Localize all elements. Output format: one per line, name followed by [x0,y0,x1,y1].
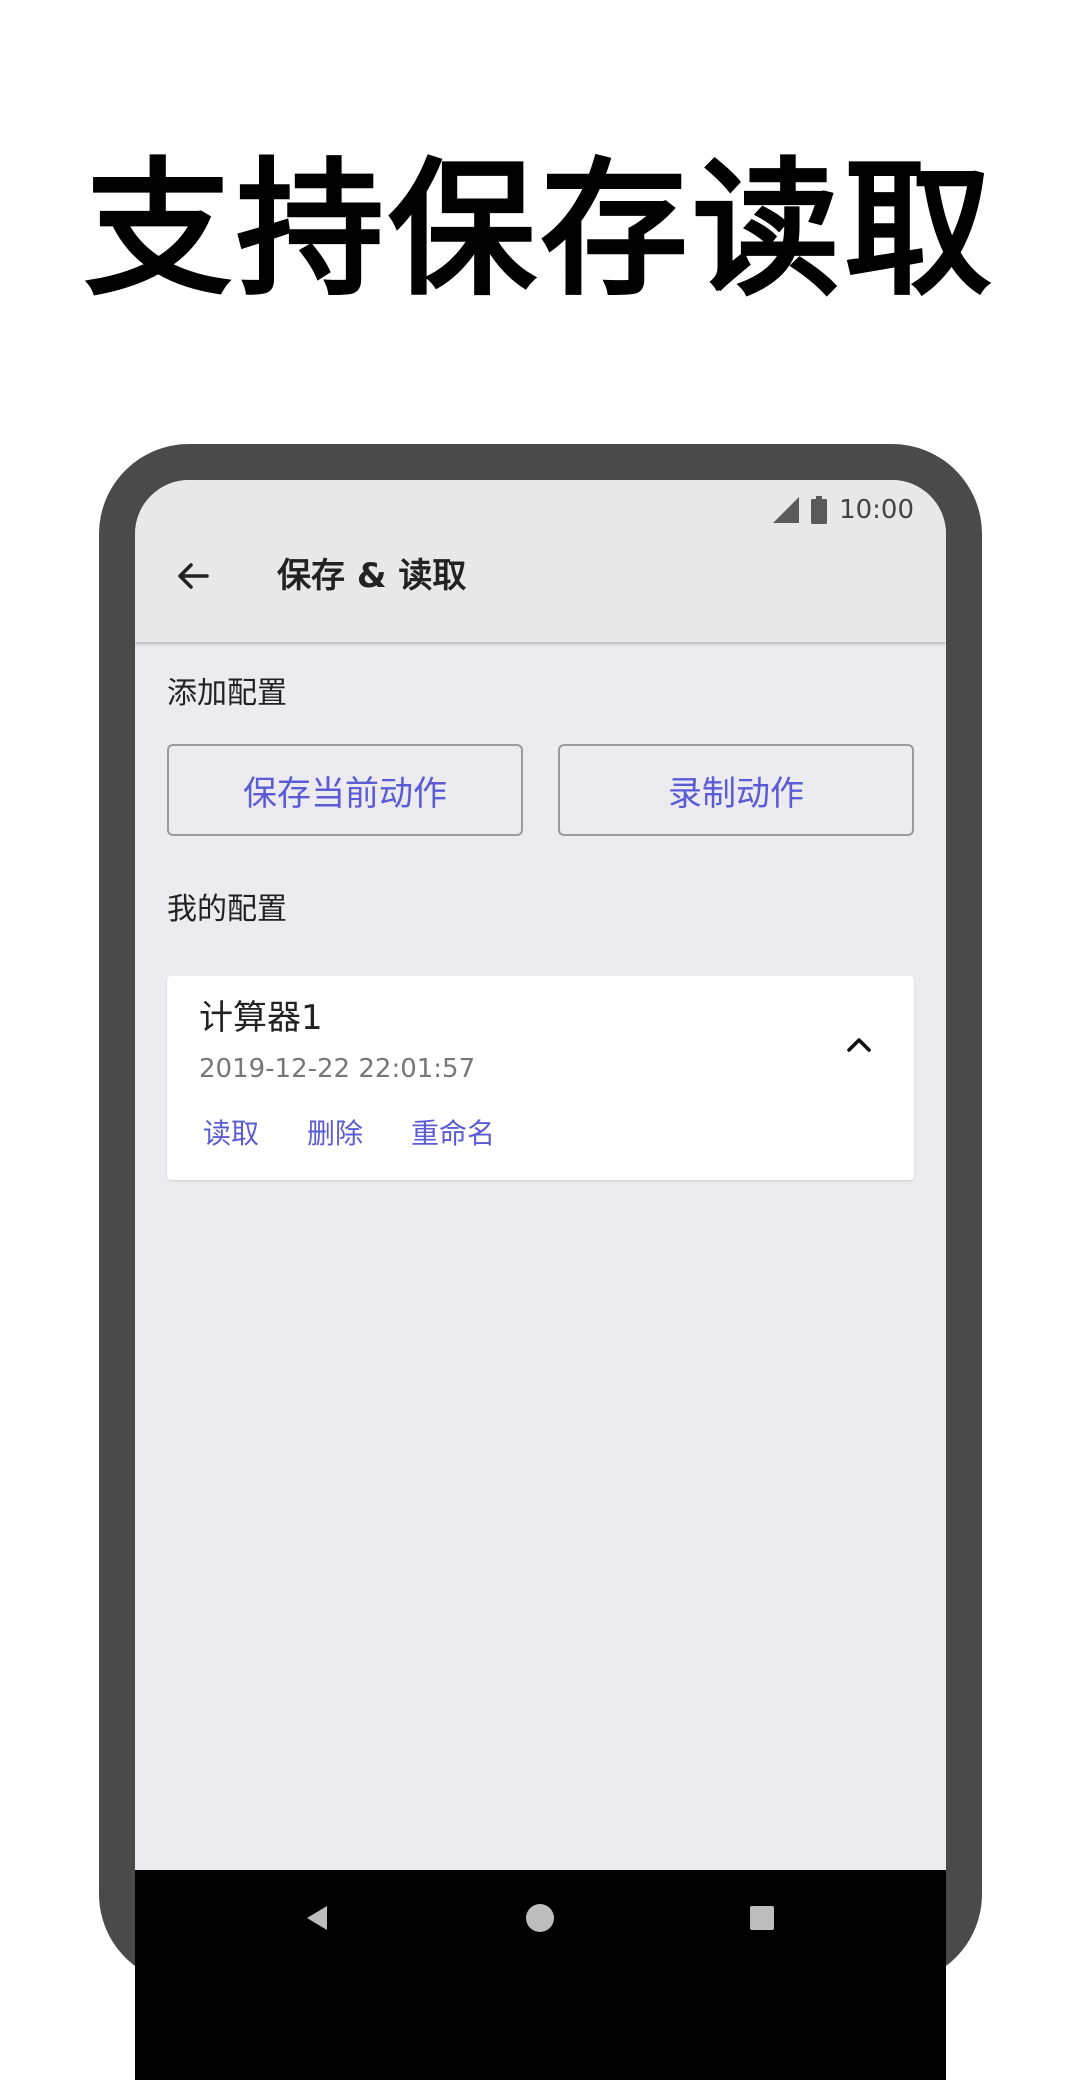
system-nav-bar [135,1870,946,2080]
record-action-button[interactable]: 录制动作 [558,744,914,836]
battery-icon [811,496,828,524]
app-bar: 10:00 保存 & 读取 [135,480,946,642]
nav-recents-icon[interactable] [750,1906,774,1930]
chevron-up-icon[interactable] [842,1028,876,1062]
config-name: 计算器1 [199,998,323,1038]
add-config-label: 添加配置 [167,676,287,711]
status-time: 10:00 [839,495,914,525]
nav-home-icon[interactable] [526,1904,554,1932]
back-arrow-icon[interactable] [173,556,213,596]
status-bar: 10:00 [773,490,914,530]
phone-screen: 10:00 保存 & 读取 添加配置 保存当前动作 录制动作 我的配置 计算器1… [135,480,946,2080]
page-title: 保存 & 读取 [277,556,467,596]
signal-icon [773,497,800,523]
save-current-action-button[interactable]: 保存当前动作 [167,744,523,836]
config-timestamp: 2019-12-22 22:01:57 [199,1054,476,1084]
delete-config-button[interactable]: 删除 [307,1116,363,1152]
phone-frame: 10:00 保存 & 读取 添加配置 保存当前动作 录制动作 我的配置 计算器1… [99,444,982,2080]
load-config-button[interactable]: 读取 [203,1116,259,1152]
my-config-label: 我的配置 [167,892,287,927]
promo-headline: 支持保存读取 [84,144,996,316]
config-card: 计算器1 2019-12-22 22:01:57 读取 删除 重命名 [167,976,914,1180]
rename-config-button[interactable]: 重命名 [411,1116,495,1152]
nav-back-icon[interactable] [303,1904,331,1932]
